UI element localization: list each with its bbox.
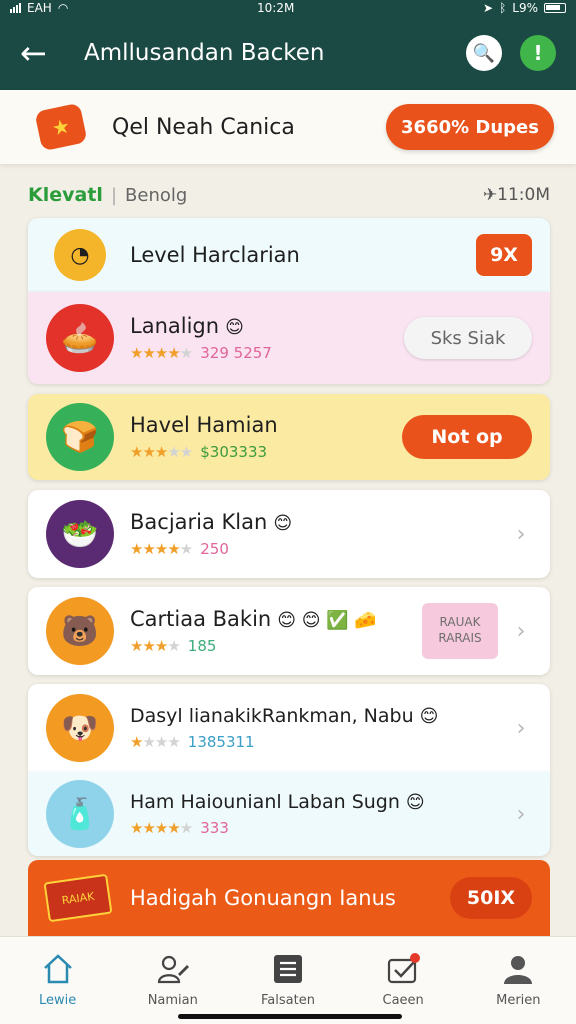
section-header: Klevatl | Benolg ✈11:0M xyxy=(28,180,550,210)
bottom-nav: Lewie Namian Falsaten Caeen Merien xyxy=(0,936,576,1024)
status-bar: EAH ◠ 10:2M ➤ ᛒ L9% xyxy=(0,0,576,16)
page-title: Amllusandan Backen xyxy=(84,40,325,66)
chevron-right-icon[interactable]: › xyxy=(510,802,532,827)
battery-percent: L9% xyxy=(512,1,538,15)
medal-icon: ◔ xyxy=(54,229,106,281)
section-divider: | xyxy=(110,184,118,206)
nav-caeen[interactable]: Caeen xyxy=(353,951,453,1008)
item-name: Dasyl lianakikRankman, Nabu xyxy=(130,705,414,727)
pin-icon: ✈ xyxy=(482,185,498,205)
list-item[interactable]: 🐶 Dasyl lianakikRankman, Nabu 😊 ★★★★ 13853… xyxy=(28,684,550,772)
item-action-button[interactable]: Not op xyxy=(402,415,532,459)
rating-stars: ★★★★★ xyxy=(130,540,193,558)
check-mail-icon xyxy=(386,951,421,987)
list-item[interactable]: 🥧 Lanalign 😊 ★★★★★ 329 5257 Sks Siak xyxy=(28,292,550,384)
item-name: Level Harclarian xyxy=(130,243,300,267)
nav-label: Lewie xyxy=(38,993,77,1008)
item-emoji: 😊 xyxy=(405,792,425,813)
item-name: Bacjaria Klan xyxy=(130,510,268,534)
section-title[interactable]: Klevatl xyxy=(28,184,103,206)
back-arrow-icon[interactable]: ← xyxy=(20,37,64,69)
promo-button[interactable]: 3660% Dupes xyxy=(386,104,554,150)
nav-label: Namian xyxy=(147,993,198,1008)
bonus-banner[interactable]: RAIAK Hadigah Gonuangn Ianus 50IX xyxy=(28,860,550,936)
home-indicator xyxy=(178,1014,402,1019)
food-plate-icon: 🍞 xyxy=(46,403,114,471)
tag-line-2: RARAIS xyxy=(438,631,482,645)
tag-line-1: RAUAK xyxy=(439,615,481,630)
battery-icon xyxy=(544,3,566,13)
nav-label: Falsaten xyxy=(261,993,315,1008)
item-meta: 185 xyxy=(187,637,217,655)
item-name: Lanalign xyxy=(130,314,220,338)
item-meta: 250 xyxy=(200,540,229,558)
edit-person-icon xyxy=(156,951,190,987)
item-tag: RAUAK RARAIS xyxy=(422,603,498,659)
item-emoji: 😊 xyxy=(419,706,439,727)
carrier-label: EAH xyxy=(27,1,52,15)
ticket-icon-text: RAIAK xyxy=(60,889,96,907)
clock: 10:2M xyxy=(257,1,295,15)
info-icon[interactable]: ! xyxy=(520,35,556,71)
list-item[interactable]: 🧴 Ham Haiounianl Laban Sugn 😊 ★★★★★ 333 › xyxy=(28,772,550,856)
nav-falsaten[interactable]: Falsaten xyxy=(238,951,338,1008)
item-emoji: 😊 xyxy=(225,317,244,338)
item-meta: $303333 xyxy=(200,443,268,461)
list-item[interactable]: 🐻 Cartiaa Bakin 😊 😊 ✅ 🧀 ★★★★ 185 RAUAK RAR… xyxy=(28,587,550,675)
list-item-level[interactable]: ◔ Level Harclarian 9X xyxy=(28,218,550,292)
nav-label: Caeen xyxy=(382,993,424,1008)
rating-stars: ★★★★ xyxy=(130,733,181,751)
nav-home[interactable]: Lewie xyxy=(8,951,108,1008)
chevron-right-icon[interactable]: › xyxy=(510,522,532,547)
banner-button[interactable]: 50IX xyxy=(450,877,532,919)
profile-icon xyxy=(501,951,535,987)
list-item[interactable]: 🥗 Bacjaria Klan 😊 ★★★★★ 250 › xyxy=(28,490,550,578)
item-meta: 333 xyxy=(200,819,229,837)
bottle-icon: 🧴 xyxy=(46,780,114,848)
section-time-text: 11:0M xyxy=(497,185,550,205)
location-icon: ➤ xyxy=(483,1,494,15)
rating-stars: ★★★★★ xyxy=(130,344,193,362)
dog-icon: 🐶 xyxy=(46,694,114,762)
rating-stars: ★★★★★ xyxy=(130,819,193,837)
nav-namian[interactable]: Namian xyxy=(123,951,223,1008)
item-name: Cartiaa Bakin xyxy=(130,607,272,631)
section-subtitle[interactable]: Benolg xyxy=(125,185,483,206)
app-bar: ← Amllusandan Backen 🔍 ! xyxy=(0,16,576,90)
rating-stars: ★★★★ xyxy=(130,637,181,655)
item-meta: 1385311 xyxy=(187,733,255,751)
home-icon xyxy=(41,951,75,987)
section-time: ✈11:0M xyxy=(483,185,550,205)
rating-stars: ★★★★★ xyxy=(130,443,193,461)
item-name: Ham Haiounianl Laban Sugn xyxy=(130,791,400,813)
wifi-icon: ◠ xyxy=(57,1,69,15)
character-icon: 🐻 xyxy=(46,597,114,665)
promo-text: Qel Neah Canica xyxy=(112,114,295,140)
banner-text: Hadigah Gonuangn Ianus xyxy=(130,886,396,910)
gift-icon: ★ xyxy=(34,102,88,152)
promo-strip: ★ Qel Neah Canica 3660% Dupes xyxy=(0,90,576,164)
bluetooth-icon: ᛒ xyxy=(499,1,507,15)
ticket-icon: RAIAK xyxy=(43,873,113,923)
chevron-right-icon[interactable]: › xyxy=(510,619,532,644)
list-icon xyxy=(271,951,305,987)
list-item[interactable]: 🍞 Havel Hamian ★★★★★ $303333 Not op xyxy=(28,394,550,480)
item-name: Havel Hamian xyxy=(130,413,278,437)
nav-label: Merien xyxy=(496,993,541,1008)
item-meta: 329 5257 xyxy=(200,344,272,362)
signal-icon xyxy=(10,3,21,13)
search-icon[interactable]: 🔍 xyxy=(466,35,502,71)
item-emoji: 😊 😊 ✅ 🧀 xyxy=(277,610,377,631)
nav-merien[interactable]: Merien xyxy=(468,951,568,1008)
level-badge-button[interactable]: 9X xyxy=(476,234,532,276)
item-emoji: 😊 xyxy=(273,513,293,534)
salad-bowl-icon: 🥗 xyxy=(46,500,114,568)
food-bowl-icon: 🥧 xyxy=(46,304,114,372)
item-action-button[interactable]: Sks Siak xyxy=(404,317,532,359)
chevron-right-icon[interactable]: › xyxy=(510,716,532,741)
